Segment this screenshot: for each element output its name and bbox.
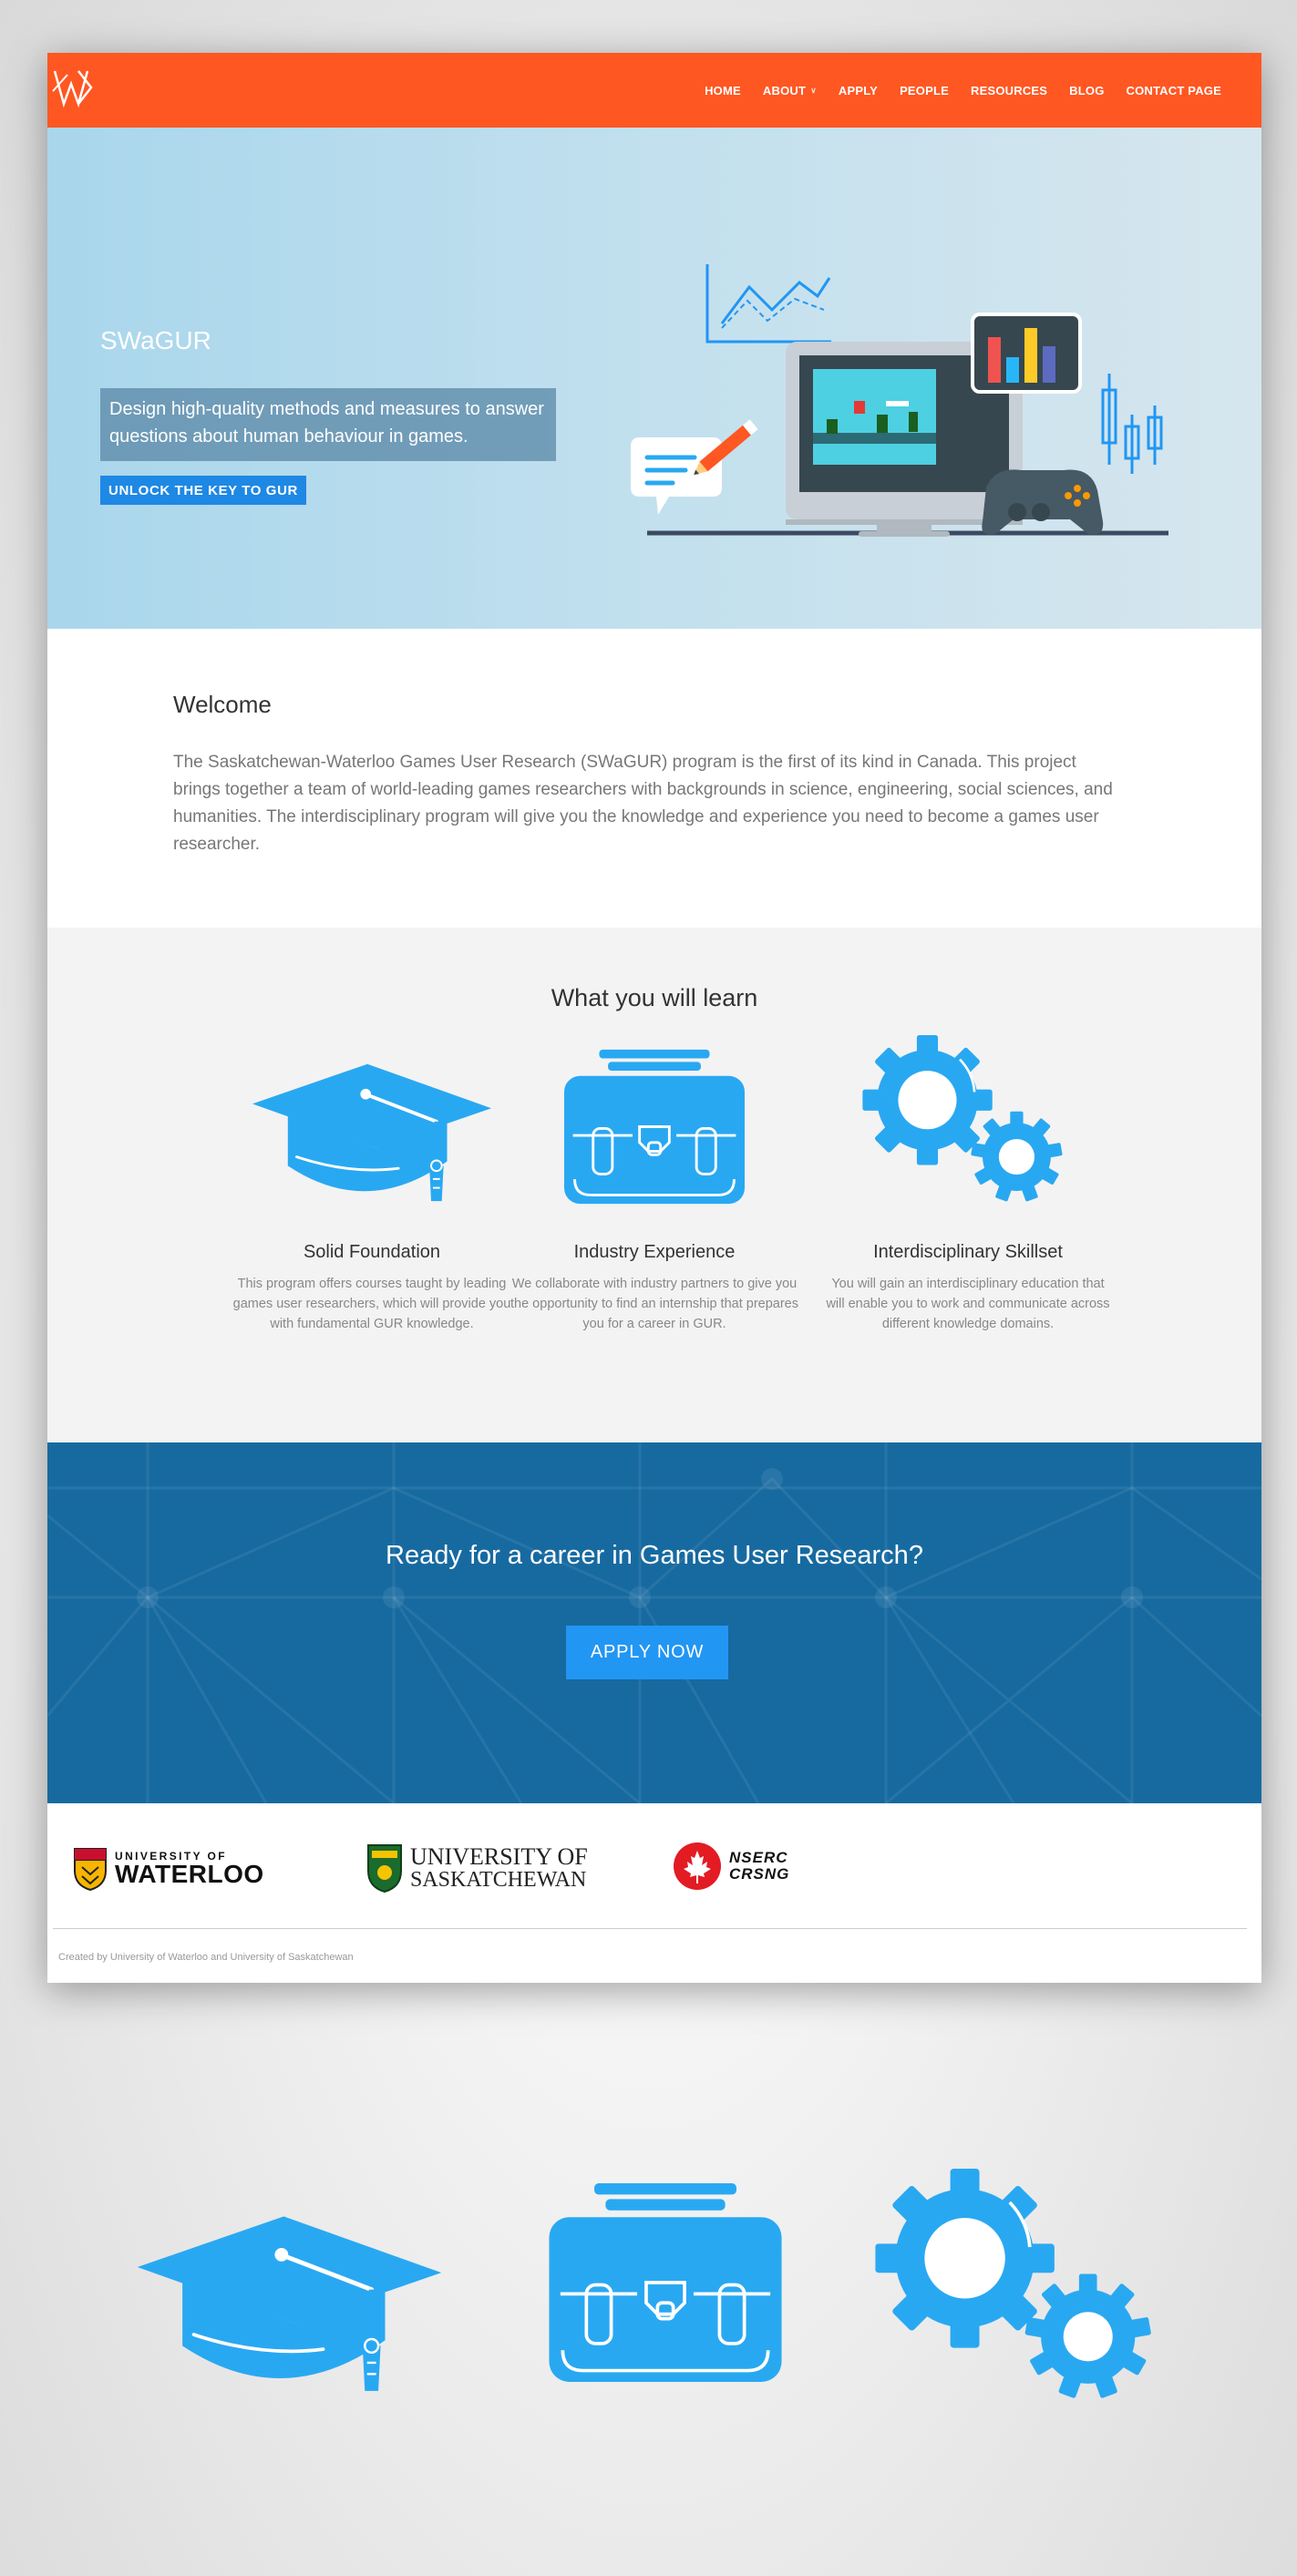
feature-title: Solid Foundation bbox=[303, 1242, 441, 1262]
cta-heading: Ready for a career in Games User Researc… bbox=[386, 1541, 923, 1570]
hero-tagline: Design high-quality methods and measures… bbox=[100, 388, 556, 461]
feature-text: This program offers courses taught by le… bbox=[232, 1277, 511, 1331]
nav-apply[interactable]: APPLY bbox=[828, 84, 889, 97]
nav-contact-label: CONTACT PAGE bbox=[1126, 83, 1221, 97]
main-menu: HOME ABOUT ∨ APPLY PEOPLE RESOURCES BLOG … bbox=[694, 53, 1232, 128]
hero-title: SWaGUR bbox=[100, 326, 211, 354]
gears-icon-large bbox=[875, 2169, 1167, 2404]
unlock-key-button[interactable]: UNLOCK THE KEY TO GUR bbox=[100, 476, 306, 505]
feature-text: You will gain an interdisciplinary educa… bbox=[826, 1277, 1110, 1331]
nav-blog-label: BLOG bbox=[1069, 83, 1105, 97]
apply-now-button[interactable]: APPLY NOW bbox=[566, 1626, 728, 1679]
games-illustration bbox=[631, 264, 1168, 537]
briefcase-icon bbox=[559, 1048, 750, 1206]
nav-resources-label: RESOURCES bbox=[971, 83, 1048, 97]
maple-leaf-icon bbox=[674, 1842, 721, 1890]
site-logo[interactable] bbox=[51, 64, 102, 109]
nav-people-label: PEOPLE bbox=[900, 83, 949, 97]
network-pattern-background bbox=[47, 1442, 1261, 1803]
footer-credit: Created by University of Waterloo and Un… bbox=[58, 1952, 354, 1963]
graduation-cap-icon bbox=[249, 1055, 495, 1206]
nserc-logo[interactable]: NSERC CRSNG bbox=[673, 1842, 789, 1891]
nserc-line2: CRSNG bbox=[729, 1865, 790, 1883]
nav-about-label: ABOUT bbox=[762, 83, 807, 97]
learn-section: What you will learn Solid Foundation Thi… bbox=[47, 928, 1261, 1442]
feature-solid-foundation: Solid Foundation This program offers cou… bbox=[226, 1055, 518, 1334]
nav-resources[interactable]: RESOURCES bbox=[960, 84, 1058, 97]
learn-heading: What you will learn bbox=[551, 984, 758, 1011]
waterloo-crest-icon bbox=[74, 1848, 107, 1891]
welcome-section: Welcome The Saskatchewan-Waterloo Games … bbox=[47, 629, 1261, 928]
hero-banner: SWaGUR Design high-quality methods and m… bbox=[47, 128, 1261, 629]
waterloo-line2: WATERLOO bbox=[115, 1860, 264, 1888]
footer-divider bbox=[53, 1928, 1247, 1929]
saskatchewan-line2: SASKATCHEWAN bbox=[410, 1868, 587, 1892]
saskatchewan-logo[interactable]: UNIVERSITY OF SASKATCHEWAN bbox=[366, 1843, 588, 1893]
nav-blog[interactable]: BLOG bbox=[1058, 84, 1115, 97]
feature-title: Industry Experience bbox=[573, 1242, 736, 1262]
welcome-heading: Welcome bbox=[173, 691, 272, 718]
nav-apply-label: APPLY bbox=[838, 83, 879, 97]
nav-people[interactable]: PEOPLE bbox=[889, 84, 960, 97]
feature-interdisciplinary-skillset: Interdisciplinary Skillset You will gain… bbox=[822, 1055, 1114, 1334]
partner-logos: UNIVERSITY OF WATERLOO UNIVERSITY OF SAS… bbox=[47, 1803, 1261, 1931]
feature-industry-experience: Industry Experience We collaborate with … bbox=[509, 1055, 800, 1334]
nav-home-label: HOME bbox=[705, 83, 741, 97]
apply-cta-section: Ready for a career in Games User Researc… bbox=[47, 1442, 1261, 1803]
saskatchewan-line1: UNIVERSITY OF bbox=[410, 1843, 588, 1870]
nserc-line1: NSERC bbox=[729, 1849, 788, 1866]
nav-about[interactable]: ABOUT ∨ bbox=[752, 84, 828, 97]
feature-text: We collaborate with industry partners to… bbox=[510, 1277, 798, 1331]
page-frame: HOME ABOUT ∨ APPLY PEOPLE RESOURCES BLOG … bbox=[47, 53, 1261, 1983]
top-navbar: HOME ABOUT ∨ APPLY PEOPLE RESOURCES BLOG … bbox=[47, 53, 1261, 128]
chevron-down-icon: ∨ bbox=[810, 85, 817, 95]
welcome-text: The Saskatchewan-Waterloo Games User Res… bbox=[173, 753, 1113, 854]
waterloo-logo[interactable]: UNIVERSITY OF WATERLOO bbox=[73, 1847, 264, 1891]
briefcase-icon-large bbox=[547, 2178, 784, 2387]
nav-home[interactable]: HOME bbox=[694, 84, 752, 97]
saskatchewan-crest-icon bbox=[367, 1844, 402, 1893]
graduation-cap-icon-large bbox=[137, 2205, 442, 2396]
nav-contact[interactable]: CONTACT PAGE bbox=[1116, 84, 1232, 97]
gears-icon bbox=[849, 1035, 1086, 1206]
feature-title: Interdisciplinary Skillset bbox=[873, 1242, 1063, 1262]
